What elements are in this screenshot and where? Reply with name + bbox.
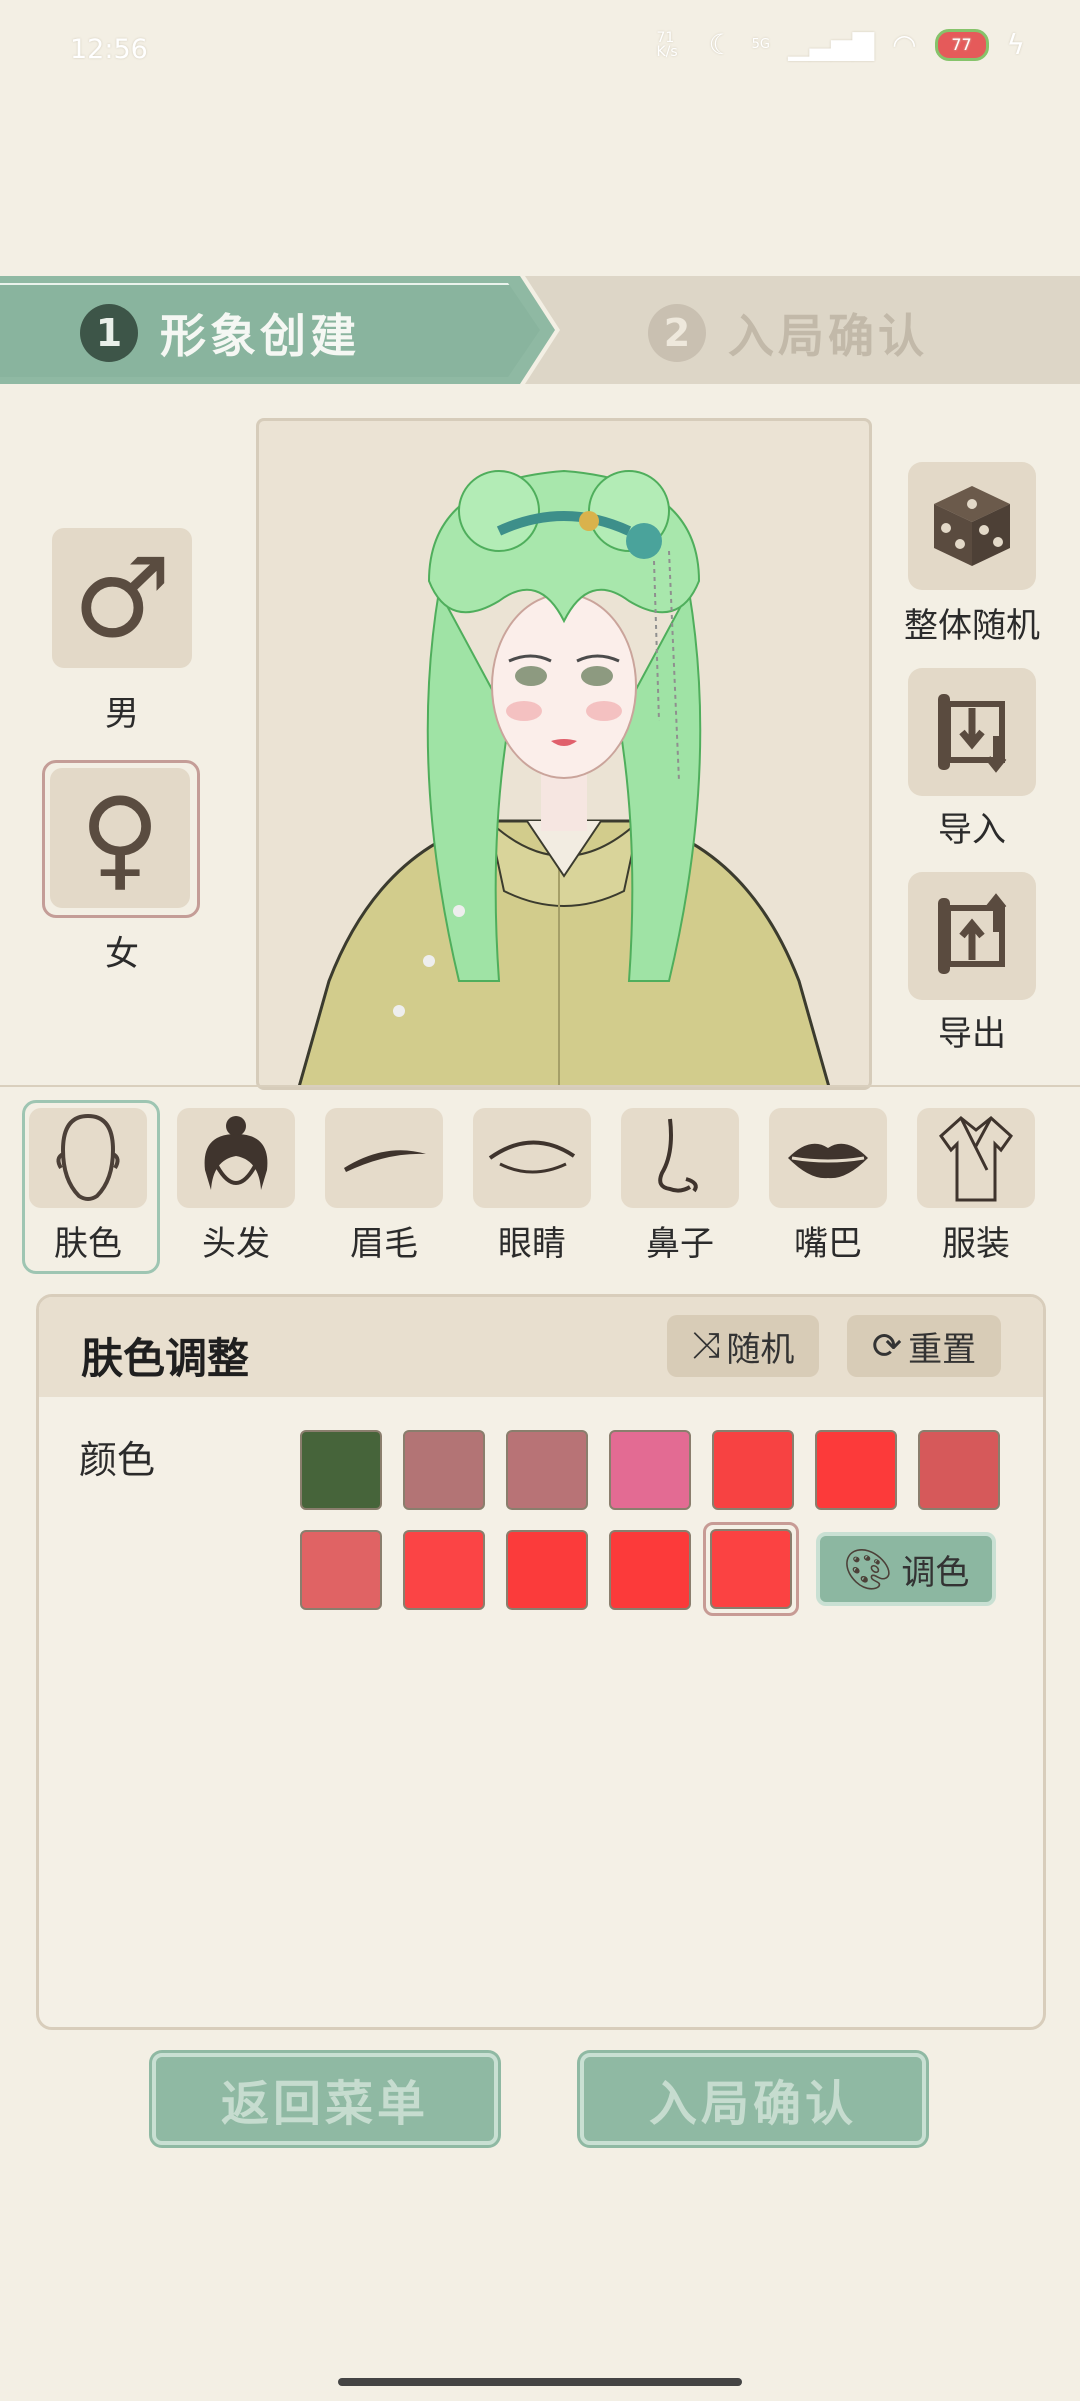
eyebrow-icon: [344, 1150, 426, 1172]
panel-title: 肤色调整: [81, 1334, 250, 1383]
male-label: 男: [105, 694, 139, 734]
step-2-content: 2 入局确认: [648, 300, 928, 366]
eye-icon: [488, 1140, 576, 1174]
reset-label: 重置: [908, 1329, 977, 1370]
skin-panel: 肤色调整 ⤨ 随机 ⟳ 重置 颜色: [36, 1294, 1046, 2030]
category-mouth[interactable]: 嘴巴: [769, 1108, 898, 1265]
export-label: 导出: [938, 1014, 1006, 1054]
color-swatch[interactable]: [403, 1430, 485, 1510]
character-illustration: [297, 469, 831, 1087]
color-swatch[interactable]: [403, 1530, 485, 1610]
palette-label: 调色: [901, 1552, 970, 1593]
signal-icon: ▁▃▅▇: [787, 28, 875, 61]
battery-icon: 77: [934, 28, 989, 61]
category-eyebrow[interactable]: 眉毛: [325, 1108, 454, 1265]
color-swatch[interactable]: [609, 1530, 691, 1610]
status-bar: 12:56 71 K/s ☾ 5G ▁▃▅▇ ◠ 77 ϟ: [0, 0, 1080, 105]
color-swatch[interactable]: [918, 1430, 1000, 1510]
confirm-entry-button[interactable]: 入局确认: [580, 2053, 926, 2145]
wifi-icon: ◠: [892, 28, 917, 61]
charging-icon: ϟ: [1006, 28, 1025, 61]
color-label: 颜色: [79, 1438, 156, 1482]
category-label: 嘴巴: [794, 1224, 862, 1264]
palette-button[interactable]: 🎨︎ 调色: [816, 1532, 996, 1606]
color-swatch[interactable]: [506, 1530, 588, 1610]
color-swatch-selected[interactable]: [703, 1522, 799, 1616]
swatch-row-1: [300, 1430, 1000, 1510]
random-button[interactable]: ⤨ 随机: [667, 1315, 819, 1377]
nose-icon: [658, 1118, 698, 1193]
color-swatch[interactable]: [609, 1430, 691, 1510]
category-skin[interactable]: 肤色: [29, 1108, 158, 1265]
female-label: 女: [105, 934, 139, 974]
export-button[interactable]: [908, 872, 1036, 1000]
category-nose[interactable]: 鼻子: [621, 1108, 750, 1265]
male-icon: ♂: [72, 534, 172, 662]
color-swatch[interactable]: [815, 1430, 897, 1510]
step-2-number: 2: [648, 304, 706, 362]
status-time: 12:56: [70, 34, 148, 65]
category-label: 肤色: [54, 1224, 122, 1264]
network-label: 5G: [751, 37, 770, 52]
category-label: 头发: [202, 1224, 270, 1264]
swatch-row-2: [300, 1530, 691, 1610]
refresh-icon: ⟳: [871, 1325, 903, 1367]
character-portrait: [256, 418, 872, 1090]
color-swatch[interactable]: [712, 1430, 794, 1510]
category-label: 眼睛: [498, 1224, 566, 1264]
dice-icon: [934, 486, 1010, 566]
category-label: 服装: [942, 1224, 1010, 1264]
step-1-number: 1: [80, 304, 138, 362]
color-swatch[interactable]: [300, 1530, 382, 1610]
category-label: 眉毛: [350, 1224, 418, 1264]
category-eyes[interactable]: 眼睛: [473, 1108, 602, 1265]
category-label: 鼻子: [646, 1224, 714, 1264]
divider: [0, 1085, 1080, 1087]
color-swatch[interactable]: [506, 1430, 588, 1510]
hair-icon: [204, 1116, 268, 1190]
palette-icon: 🎨︎: [842, 1546, 894, 1593]
female-icon: ♀: [79, 774, 161, 902]
status-icons: 71 K/s ☾ 5G ▁▃▅▇ ◠ 77 ϟ: [656, 28, 1025, 61]
import-label: 导入: [938, 810, 1006, 850]
export-icon: [938, 893, 1007, 974]
male-button[interactable]: ♂: [52, 528, 192, 668]
category-clothing[interactable]: 服装: [917, 1108, 1046, 1265]
step-1-content: 1 形象创建: [80, 300, 360, 366]
step-2-label: 入局确认: [728, 309, 928, 363]
moon-icon: ☾: [708, 28, 734, 61]
speed-indicator: 71 K/s: [656, 29, 678, 60]
shuffle-icon: ⤨: [691, 1325, 721, 1366]
category-hair[interactable]: 头发: [177, 1108, 306, 1265]
female-button[interactable]: ♀: [50, 768, 190, 908]
random-label: 随机: [726, 1329, 795, 1370]
back-to-menu-button[interactable]: 返回菜单: [152, 2053, 498, 2145]
lips-icon: [788, 1143, 868, 1179]
step-1-label: 形象创建: [160, 309, 360, 363]
home-indicator[interactable]: [338, 2378, 742, 2386]
robe-icon: [939, 1116, 1013, 1202]
color-swatch[interactable]: [300, 1430, 382, 1510]
random-all-label: 整体随机: [904, 606, 1040, 646]
import-button[interactable]: [908, 668, 1036, 796]
reset-button[interactable]: ⟳ 重置: [847, 1315, 1001, 1377]
import-icon: [938, 694, 1007, 773]
face-outline-icon: [56, 1113, 120, 1201]
random-all-button[interactable]: [908, 462, 1036, 590]
